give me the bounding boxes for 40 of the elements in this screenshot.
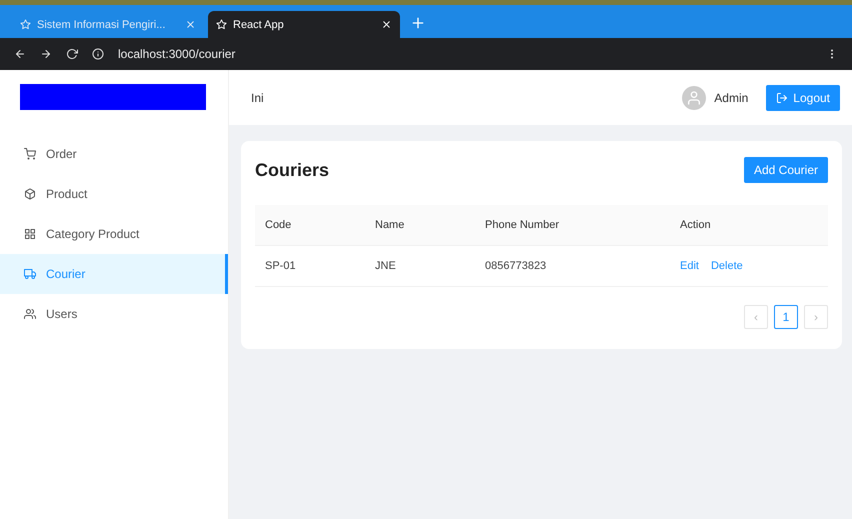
menu-item-icon (24, 308, 36, 320)
menu-item-icon (24, 228, 36, 240)
user-name: Admin (714, 90, 748, 104)
action-link[interactable]: Delete (710, 260, 743, 272)
logout-button[interactable]: Logout (766, 84, 840, 110)
prev-page-button[interactable]: ‹ (744, 305, 768, 329)
user-icon (686, 90, 702, 106)
back-icon[interactable] (14, 48, 26, 60)
action-link[interactable]: Edit (680, 260, 699, 272)
table-cell: 0856773823 (475, 246, 670, 287)
table-cell: SP-01 (255, 246, 365, 287)
page-title: Couriers (255, 160, 330, 180)
header-title: Ini (251, 90, 265, 104)
menu-item-icon (24, 188, 36, 200)
menu-item-icon (24, 148, 36, 160)
logout-icon (776, 92, 788, 104)
sidebar-item[interactable]: Order (0, 134, 228, 174)
address-field[interactable]: localhost:3000/courier (118, 47, 236, 61)
column-header: Code (255, 205, 365, 246)
browser-tab[interactable]: Sistem Informasi Pengiri... (12, 11, 204, 38)
close-icon[interactable] (381, 19, 392, 30)
column-header: Name (365, 205, 475, 246)
page-button[interactable]: 1 (774, 305, 798, 329)
menu-item-icon (24, 268, 36, 280)
column-header: Action (670, 205, 828, 246)
forward-icon[interactable] (40, 48, 52, 60)
table-cell: JNE (365, 246, 475, 287)
new-tab-icon[interactable] (410, 15, 426, 31)
reload-icon[interactable] (66, 48, 78, 60)
tab-favicon-icon (216, 19, 227, 30)
sidebar-item[interactable]: Users (0, 294, 228, 334)
column-header: Phone Number (475, 205, 670, 246)
browser-tab[interactable]: React App (208, 11, 400, 38)
sidebar-item[interactable]: Courier (0, 254, 228, 294)
tab-favicon-icon (20, 19, 31, 30)
sidebar-item[interactable]: Product (0, 174, 228, 214)
next-page-button[interactable]: › (804, 305, 828, 329)
info-icon[interactable] (92, 48, 104, 60)
sidebar-item[interactable]: Category Product (0, 214, 228, 254)
add-courier-button[interactable]: Add Courier (744, 157, 828, 183)
